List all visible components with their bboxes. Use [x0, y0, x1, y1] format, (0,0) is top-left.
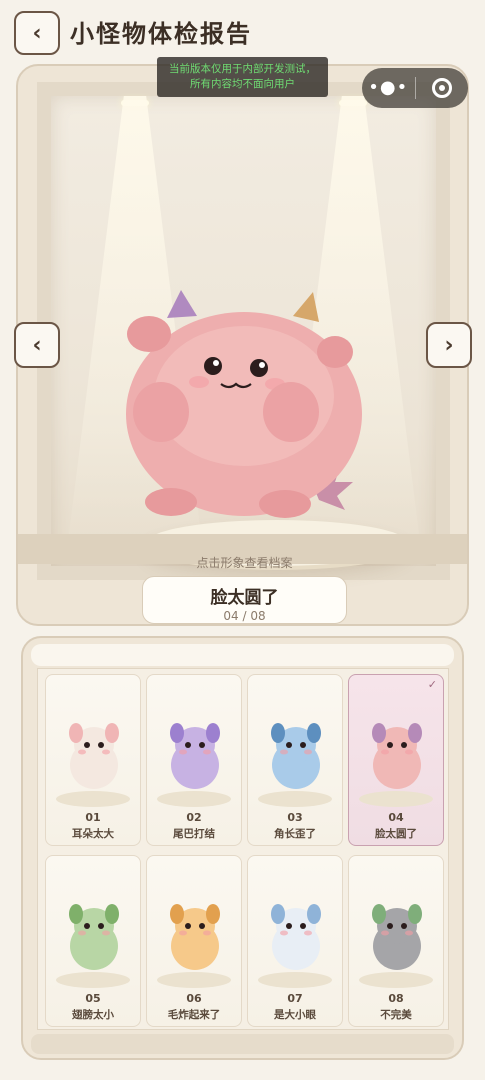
monster-number: 07 — [287, 992, 303, 1005]
selected-check-icon: ✓ — [427, 678, 437, 691]
monster-number: 04 — [388, 811, 404, 824]
monster-label: 尾巴打结 — [173, 828, 215, 840]
name-plate: 脸太圆了 04 / 08 — [142, 576, 347, 624]
cabinet-frame — [37, 82, 450, 580]
next-button[interactable]: › — [426, 322, 472, 368]
monster-thumbnail — [271, 904, 321, 970]
monster-thumbnail — [170, 723, 220, 789]
monster-card[interactable]: 07 是大小眼 — [247, 855, 343, 1027]
monster-number: 05 — [85, 992, 101, 1005]
dev-test-banner: 当前版本仅用于内部开发测试， 所有内容均不面向用户 — [157, 57, 328, 97]
back-chevron-icon: ‹ — [32, 20, 42, 46]
monster-thumbnail — [372, 723, 422, 789]
miniprogram-capsule: •●• — [362, 68, 468, 108]
monster-main-image[interactable] — [109, 286, 379, 526]
monster-thumbnail — [372, 904, 422, 970]
grid-panel-bottom-rail — [31, 1034, 454, 1054]
monster-index: 04 / 08 — [223, 609, 266, 623]
mini-pedestal — [258, 972, 332, 988]
monster-label: 是大小眼 — [274, 1009, 316, 1021]
monster-card[interactable]: 01 耳朵太大 — [45, 674, 141, 846]
back-button[interactable]: ‹ — [14, 11, 60, 55]
monster-grid: 01 耳朵太大 02 尾巴打结 03 角长歪了 04 脸太圆了 ✓ 05 翅膀太小 06 毛炸起来了 07… — [37, 668, 449, 1030]
mini-pedestal — [359, 791, 433, 807]
monster-number: 02 — [186, 811, 202, 824]
chevron-right-icon: › — [444, 332, 454, 358]
monster-card[interactable]: 06 毛炸起来了 — [146, 855, 242, 1027]
monster-label: 耳朵太大 — [72, 828, 114, 840]
monster-label: 翅膀太小 — [72, 1009, 114, 1021]
tap-hint: 点击形象查看档案 — [196, 556, 293, 570]
monster-card[interactable]: 05 翅膀太小 — [45, 855, 141, 1027]
monster-label: 角长歪了 — [274, 828, 316, 840]
dev-banner-line1: 当前版本仅用于内部开发测试， — [169, 63, 316, 75]
monster-number: 08 — [388, 992, 404, 1005]
close-miniprogram-button[interactable] — [416, 78, 469, 98]
monster-thumbnail — [69, 723, 119, 789]
chevron-left-icon: ‹ — [32, 332, 42, 358]
monster-thumbnail — [69, 904, 119, 970]
monster-name: 脸太圆了 — [210, 588, 279, 608]
cabinet-interior — [51, 96, 436, 566]
mini-pedestal — [359, 972, 433, 988]
monster-card[interactable]: 04 脸太圆了 ✓ — [348, 674, 444, 846]
mini-pedestal — [157, 791, 231, 807]
more-menu-icon[interactable]: •●• — [362, 68, 415, 108]
monster-thumbnail — [271, 723, 321, 789]
page-title: 小怪物体检报告 — [70, 20, 252, 48]
mini-pedestal — [157, 972, 231, 988]
mini-pedestal — [56, 972, 130, 988]
dev-banner-line2: 所有内容均不面向用户 — [190, 78, 295, 90]
monster-thumbnail — [170, 904, 220, 970]
monster-label: 毛炸起来了 — [167, 1009, 221, 1021]
monster-number: 03 — [287, 811, 303, 824]
previous-button[interactable]: ‹ — [14, 322, 60, 368]
monster-card[interactable]: 02 尾巴打结 — [146, 674, 242, 846]
monster-label: 脸太圆了 — [375, 828, 417, 840]
monster-number: 01 — [85, 811, 101, 824]
grid-panel-top-rail — [31, 644, 454, 666]
mini-pedestal — [258, 791, 332, 807]
monster-card[interactable]: 03 角长歪了 — [247, 674, 343, 846]
monster-card[interactable]: 08 不完美 — [348, 855, 444, 1027]
target-icon — [431, 78, 452, 98]
monster-label: 不完美 — [380, 1009, 412, 1021]
display-cabinet: 点击形象查看档案 脸太圆了 04 / 08 — [16, 64, 469, 626]
monster-number: 06 — [186, 992, 202, 1005]
monster-grid-panel: 01 耳朵太大 02 尾巴打结 03 角长歪了 04 脸太圆了 ✓ 05 翅膀太小 06 毛炸起来了 07… — [21, 636, 464, 1060]
mini-pedestal — [56, 791, 130, 807]
